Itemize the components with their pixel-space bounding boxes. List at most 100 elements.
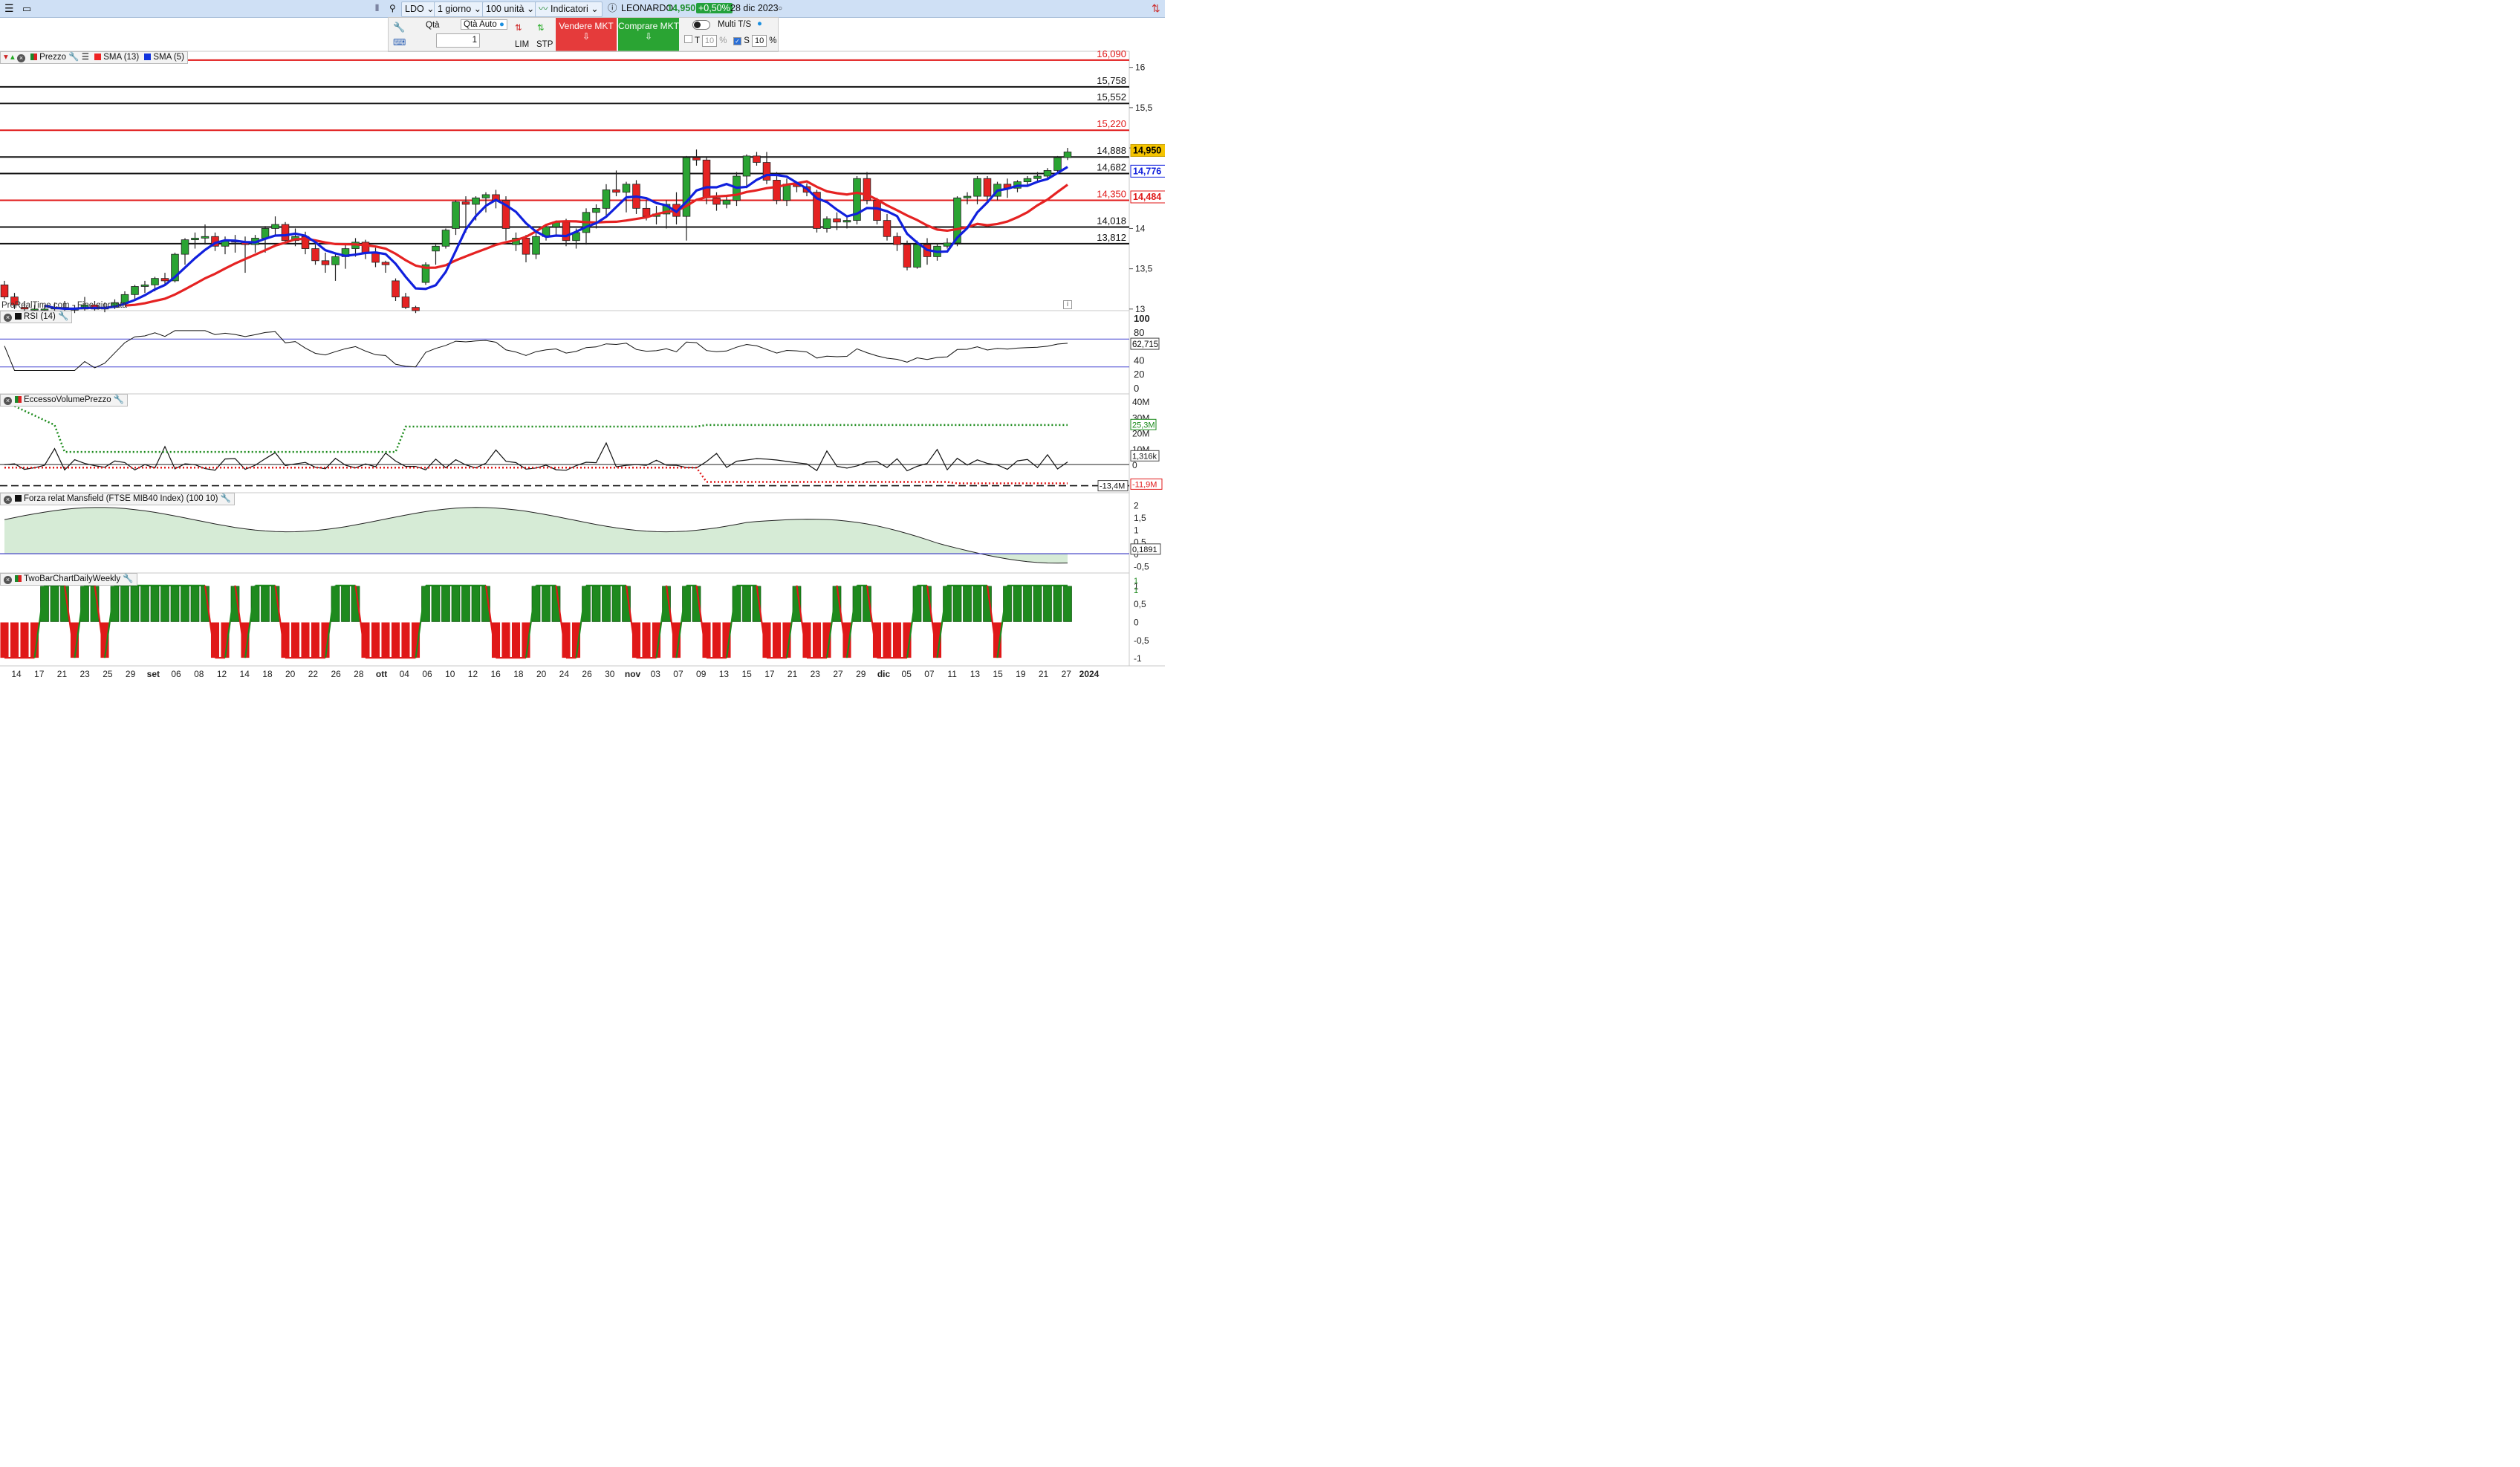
evp-line: [4, 441, 1068, 472]
mansfield-tick: -0,5: [1134, 561, 1149, 571]
twobar-bar: [20, 622, 29, 658]
candle: [712, 197, 721, 205]
x-tick-label: 11: [947, 669, 957, 679]
twobar-bar: [812, 622, 822, 658]
x-tick-label: 08: [194, 669, 204, 679]
twobar-close-icon[interactable]: ×: [4, 576, 12, 584]
x-tick-label: 29: [126, 669, 136, 679]
evp-wrench-icon[interactable]: 🔧: [114, 395, 124, 404]
twobar-label-1: 1: [1134, 577, 1138, 586]
evp-tick: 40M: [1132, 397, 1149, 407]
candle: [331, 256, 340, 265]
twobar-bar: [261, 586, 270, 622]
settings-wrench-icon[interactable]: 🔧: [68, 53, 79, 62]
twobar-bar: [972, 586, 982, 622]
candle: [943, 242, 952, 247]
twobar-wrench-icon[interactable]: 🔧: [123, 574, 133, 583]
x-tick-label: 29: [856, 669, 866, 679]
candle: [833, 218, 841, 223]
x-tick-label: 09: [696, 669, 707, 679]
sma5-swatch-icon: [144, 54, 152, 60]
x-tick-label: 18: [262, 669, 273, 679]
twobar-bar: [160, 586, 169, 622]
twobar-bar: [642, 622, 651, 658]
candle: [191, 238, 199, 241]
rsi-close-icon[interactable]: ×: [4, 314, 12, 322]
twobar-bar: [952, 586, 962, 622]
list-icon[interactable]: ☰: [82, 53, 89, 62]
candle: [140, 284, 149, 287]
candle: [602, 190, 611, 209]
sma5-label[interactable]: SMA (5): [153, 53, 184, 62]
x-tick-label: 17: [764, 669, 775, 679]
evp-close-icon[interactable]: ×: [4, 397, 12, 405]
candle: [281, 224, 290, 242]
mansfield-tick: 2: [1134, 501, 1139, 511]
candle: [401, 297, 410, 308]
candle: [452, 201, 460, 229]
mansfield-wrench-icon[interactable]: 🔧: [221, 494, 231, 503]
evp-red-label: -11,9M: [1132, 480, 1157, 489]
x-tick-label: 12: [468, 669, 478, 679]
mansfield-panel-header: × Forza relat Mansfield (FTSE MIB40 Index…: [0, 493, 235, 505]
x-tick-label: 03: [651, 669, 661, 679]
expand-icon[interactable]: ▴: [10, 53, 15, 62]
candle: [963, 195, 972, 198]
candle: [562, 221, 571, 242]
chart-canvas[interactable]: 16,090 15,758 15,552 15,220 14,888 14,682 14,3…: [0, 0, 1165, 679]
hline-label: 15,758: [1097, 75, 1126, 86]
candle: [311, 248, 319, 262]
collapse-icon[interactable]: ▾: [4, 53, 8, 62]
candle: [612, 190, 620, 193]
evp-green-dotted: [4, 400, 1068, 453]
y-tick-label: 15,5: [1135, 103, 1153, 113]
sma13-label[interactable]: SMA (13): [103, 53, 139, 62]
twobar-bar: [1023, 586, 1032, 622]
twobar-bar: [712, 622, 721, 658]
candle: [842, 220, 851, 223]
twobar-bar: [170, 586, 180, 622]
x-tick-label: nov: [625, 669, 641, 679]
candle: [0, 284, 9, 297]
twobar-bar: [391, 622, 400, 658]
rsi-last-label: 62,715: [1132, 340, 1158, 349]
x-tick-label: 18: [513, 669, 524, 679]
mansfield-tick: 1: [1134, 525, 1139, 535]
panel-info-icon[interactable]: i: [1063, 300, 1072, 309]
x-tick-label: 06: [171, 669, 181, 679]
rsi-swatch-icon: [15, 313, 22, 320]
candle: [753, 155, 761, 163]
x-tick-label: 26: [582, 669, 592, 679]
candle: [913, 244, 921, 268]
y-tick-label: 16: [1135, 62, 1146, 73]
x-tick-label: 15: [993, 669, 1003, 679]
evp-last-label: 1,316k: [1132, 452, 1157, 461]
rsi-tick: 0: [1134, 383, 1139, 394]
twobar-bar: [50, 586, 59, 622]
candle: [1043, 170, 1052, 177]
twobar-bar: [1063, 586, 1072, 622]
candle: [1023, 178, 1032, 182]
twobar-tick: -1: [1134, 653, 1142, 664]
candle: [973, 178, 981, 197]
candle: [151, 278, 159, 285]
x-tick-label: 28: [354, 669, 364, 679]
rsi-tick: 80: [1134, 327, 1144, 338]
candle: [873, 200, 881, 221]
close-icon[interactable]: ×: [16, 54, 25, 62]
twobar-bar: [0, 622, 9, 658]
candle: [702, 159, 711, 198]
candle: [1053, 157, 1062, 171]
mansfield-last-label: 0,1891: [1132, 545, 1157, 554]
candle: [472, 197, 480, 205]
x-tick-label: 12: [217, 669, 227, 679]
twobar-bar: [120, 586, 129, 622]
rsi-wrench-icon[interactable]: 🔧: [58, 312, 68, 321]
mansfield-close-icon[interactable]: ×: [4, 496, 12, 504]
candle: [201, 236, 210, 239]
x-tick-label: 27: [833, 669, 843, 679]
twobar-bar: [501, 622, 510, 658]
twobar-bar: [311, 622, 320, 658]
x-tick-label: 05: [902, 669, 912, 679]
x-tick-label: 07: [924, 669, 935, 679]
